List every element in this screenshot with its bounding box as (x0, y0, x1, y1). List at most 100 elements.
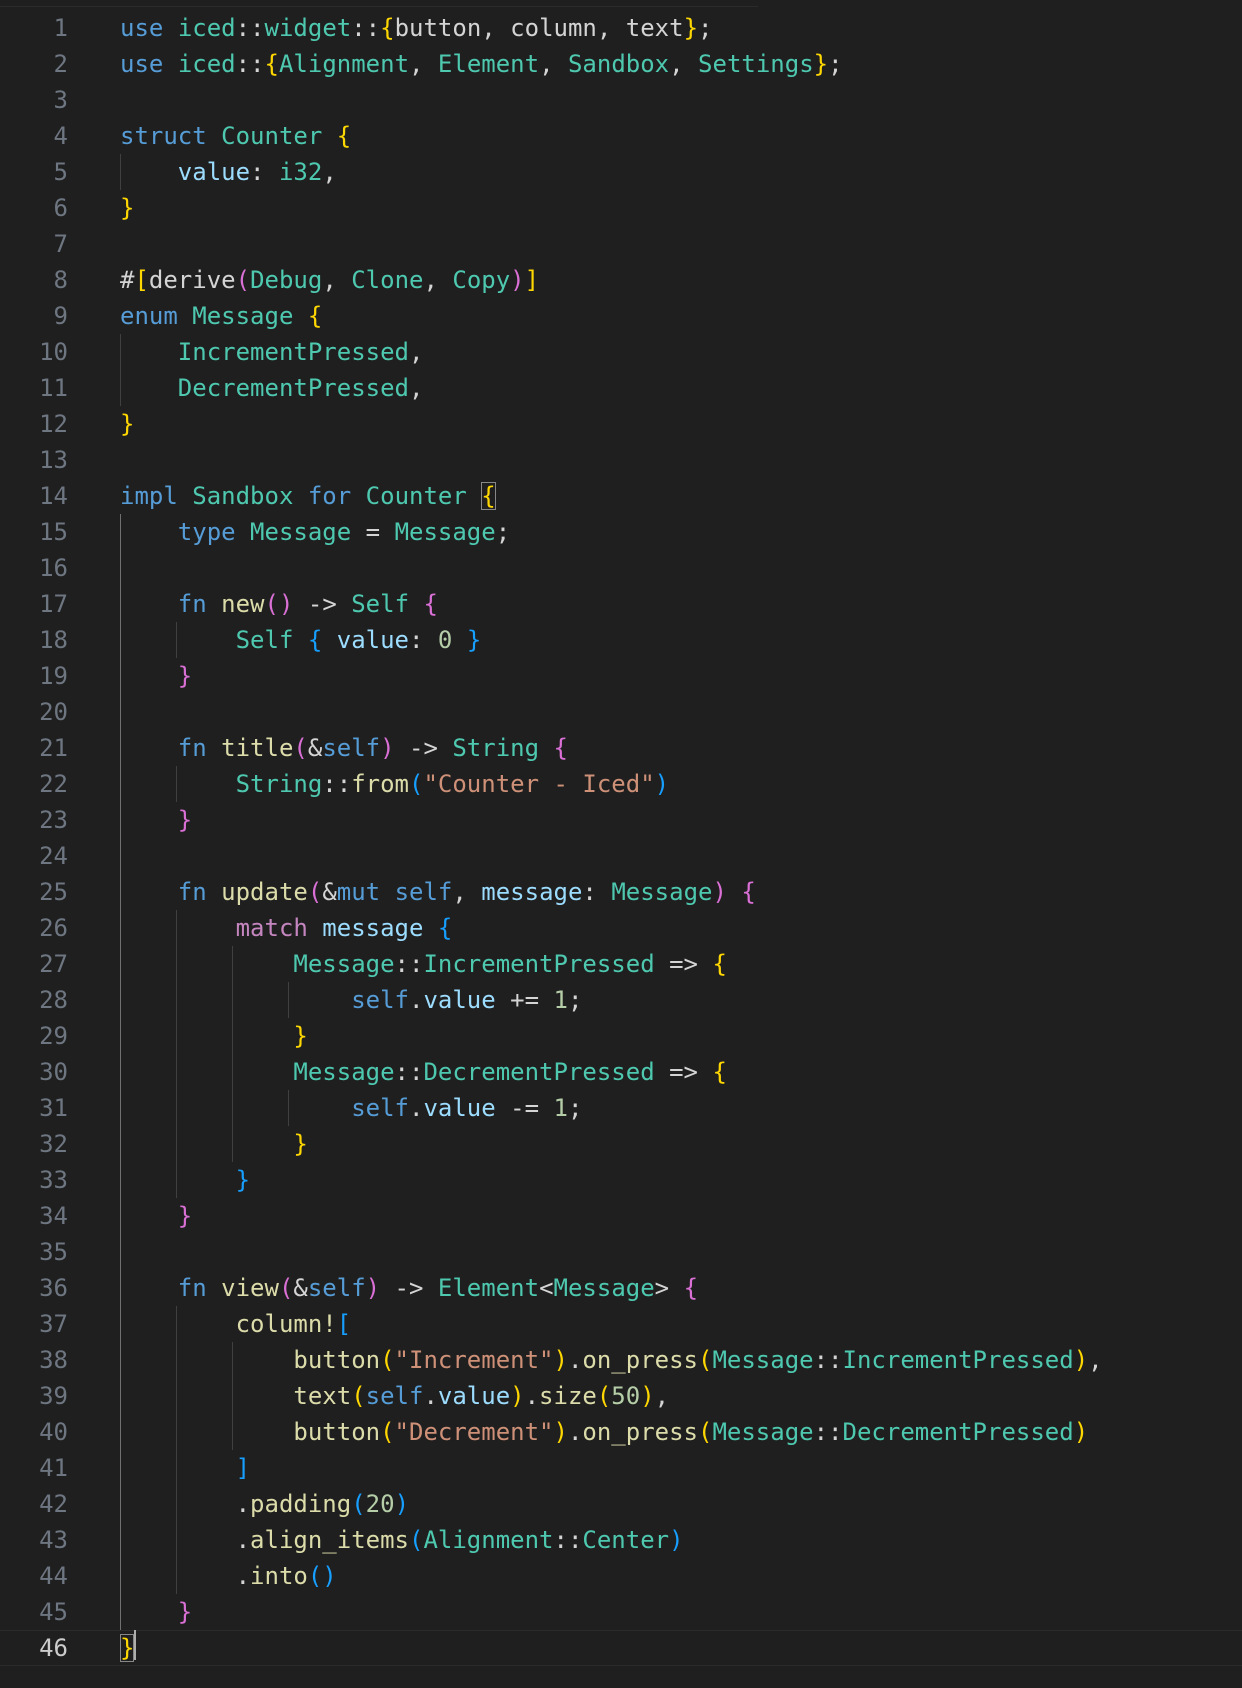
code-token: } (683, 14, 699, 42)
code-line[interactable]: 4 struct Counter { (0, 118, 1242, 154)
code-line[interactable]: 11 DecrementPressed, (0, 370, 1242, 406)
code-line[interactable]: 36 fn view(&self) -> Element<Message> { (0, 1270, 1242, 1306)
code-line[interactable]: 26 match message { (0, 910, 1242, 946)
code-line[interactable]: 2 use iced::{Alignment, Element, Sandbox,… (0, 46, 1242, 82)
code-line[interactable]: 22 String::from("Counter - Iced") (0, 766, 1242, 802)
line-content: match message { (120, 910, 453, 946)
code-line[interactable]: 8 #[derive(Debug, Clone, Copy)] (0, 262, 1242, 298)
code-line[interactable]: 6} (0, 190, 1242, 226)
code-token: Self (235, 626, 294, 654)
code-line[interactable]: 38 button("Increment").on_press(Message:… (0, 1342, 1242, 1378)
code-line[interactable]: 45 } (0, 1594, 1242, 1630)
code-line[interactable]: 15 type Message = Message; (0, 514, 1242, 550)
code-line[interactable]: 19 } (0, 658, 1242, 694)
code-line[interactable]: 24 (0, 838, 1242, 874)
code-token: Message (712, 1418, 814, 1446)
code-token: IncrementPressed (423, 950, 655, 978)
code-token: ( (351, 1382, 366, 1410)
code-token: ) (654, 770, 670, 798)
code-lines[interactable]: 1 use iced::widget::{button, column, text… (0, 10, 1242, 1666)
code-line[interactable]: 9 enum Message { (0, 298, 1242, 334)
line-content: impl Sandbox for Counter { (120, 478, 496, 514)
code-token: . (408, 986, 424, 1014)
code-line[interactable]: 16 (0, 550, 1242, 586)
code-token: text (293, 1382, 352, 1410)
line-number: 42 (39, 1490, 68, 1518)
line-content: struct Counter { (120, 118, 351, 154)
code-line[interactable]: 18 Self { value: 0 } (0, 622, 1242, 658)
line-number: 35 (39, 1238, 68, 1266)
code-line[interactable]: 41 ] (0, 1450, 1242, 1486)
code-token: } (120, 1634, 135, 1662)
code-line[interactable]: 13 (0, 442, 1242, 478)
code-token: & (307, 734, 323, 762)
code-line[interactable]: 27 Message::IncrementPressed => { (0, 946, 1242, 982)
code-line[interactable]: 35 (0, 1234, 1242, 1270)
line-number: 44 (39, 1562, 68, 1590)
code-line[interactable]: 40 button("Decrement").on_press(Message:… (0, 1414, 1242, 1450)
line-number: 19 (39, 662, 68, 690)
line-number: 24 (39, 842, 68, 870)
code-line[interactable]: 32 } (0, 1126, 1242, 1162)
code-token: => (654, 950, 713, 978)
line-number: 4 (53, 122, 68, 150)
code-token: } (120, 194, 135, 222)
code-line[interactable]: 7 (0, 226, 1242, 262)
code-line[interactable]: 31 self.value -= 1; (0, 1090, 1242, 1126)
line-number: 43 (39, 1526, 68, 1554)
code-line[interactable]: 10 IncrementPressed, (0, 334, 1242, 370)
code-line[interactable]: 23 } (0, 802, 1242, 838)
code-token: Counter (365, 482, 467, 510)
code-token: . (567, 1418, 583, 1446)
code-line[interactable]: 3 (0, 82, 1242, 118)
code-line[interactable]: 21 fn title(&self) -> String { (0, 730, 1242, 766)
code-token: :: (322, 770, 352, 798)
line-content: } (120, 1594, 192, 1630)
code-line[interactable]: 37 column![ (0, 1306, 1242, 1342)
code-editor[interactable]: 1 use iced::widget::{button, column, text… (0, 0, 1242, 1688)
code-line[interactable]: 14 impl Sandbox for Counter { (0, 478, 1242, 514)
code-token: Debug (250, 266, 323, 294)
code-line[interactable]: 28 self.value += 1; (0, 982, 1242, 1018)
code-line[interactable]: 17 fn new() -> Self { (0, 586, 1242, 622)
code-token: } (466, 626, 482, 654)
line-number: 30 (39, 1058, 68, 1086)
code-line[interactable]: 20 (0, 694, 1242, 730)
code-token: Message (192, 302, 294, 330)
code-token: } (177, 662, 193, 690)
code-token: , (654, 1382, 670, 1410)
code-line[interactable]: 30 Message::DecrementPressed => { (0, 1054, 1242, 1090)
code-token: ( (278, 1274, 294, 1302)
code-token: ) (553, 1346, 568, 1374)
code-line[interactable]: 33 } (0, 1162, 1242, 1198)
line-content: fn title(&self) -> String { (120, 730, 568, 766)
code-line[interactable]: 42 .padding(20) (0, 1486, 1242, 1522)
code-token: "Counter - Iced" (423, 770, 655, 798)
line-content: value: i32, (120, 154, 337, 190)
line-content: fn new() -> Self { (120, 586, 438, 622)
line-number: 29 (39, 1022, 68, 1050)
code-line[interactable]: 1 use iced::widget::{button, column, text… (0, 10, 1242, 46)
code-line[interactable]: 44 .into() (0, 1558, 1242, 1594)
code-token: : (250, 158, 279, 186)
code-line[interactable]: 39 text(self.value).size(50), (0, 1378, 1242, 1414)
code-token: Counter (221, 122, 323, 150)
code-line[interactable]: 29 } (0, 1018, 1242, 1054)
code-line[interactable]: 12} (0, 406, 1242, 442)
code-line[interactable]: 5 value: i32, (0, 154, 1242, 190)
code-line[interactable]: 46} (0, 1630, 1242, 1666)
code-token: } (235, 1166, 251, 1194)
code-token: , (408, 374, 424, 402)
code-token: Message (553, 1274, 655, 1302)
code-line[interactable]: 34 } (0, 1198, 1242, 1234)
code-line[interactable]: 25 fn update(&mut self, message: Message… (0, 874, 1242, 910)
code-line[interactable]: 43 .align_items(Alignment::Center) (0, 1522, 1242, 1558)
code-token: size (539, 1382, 597, 1410)
